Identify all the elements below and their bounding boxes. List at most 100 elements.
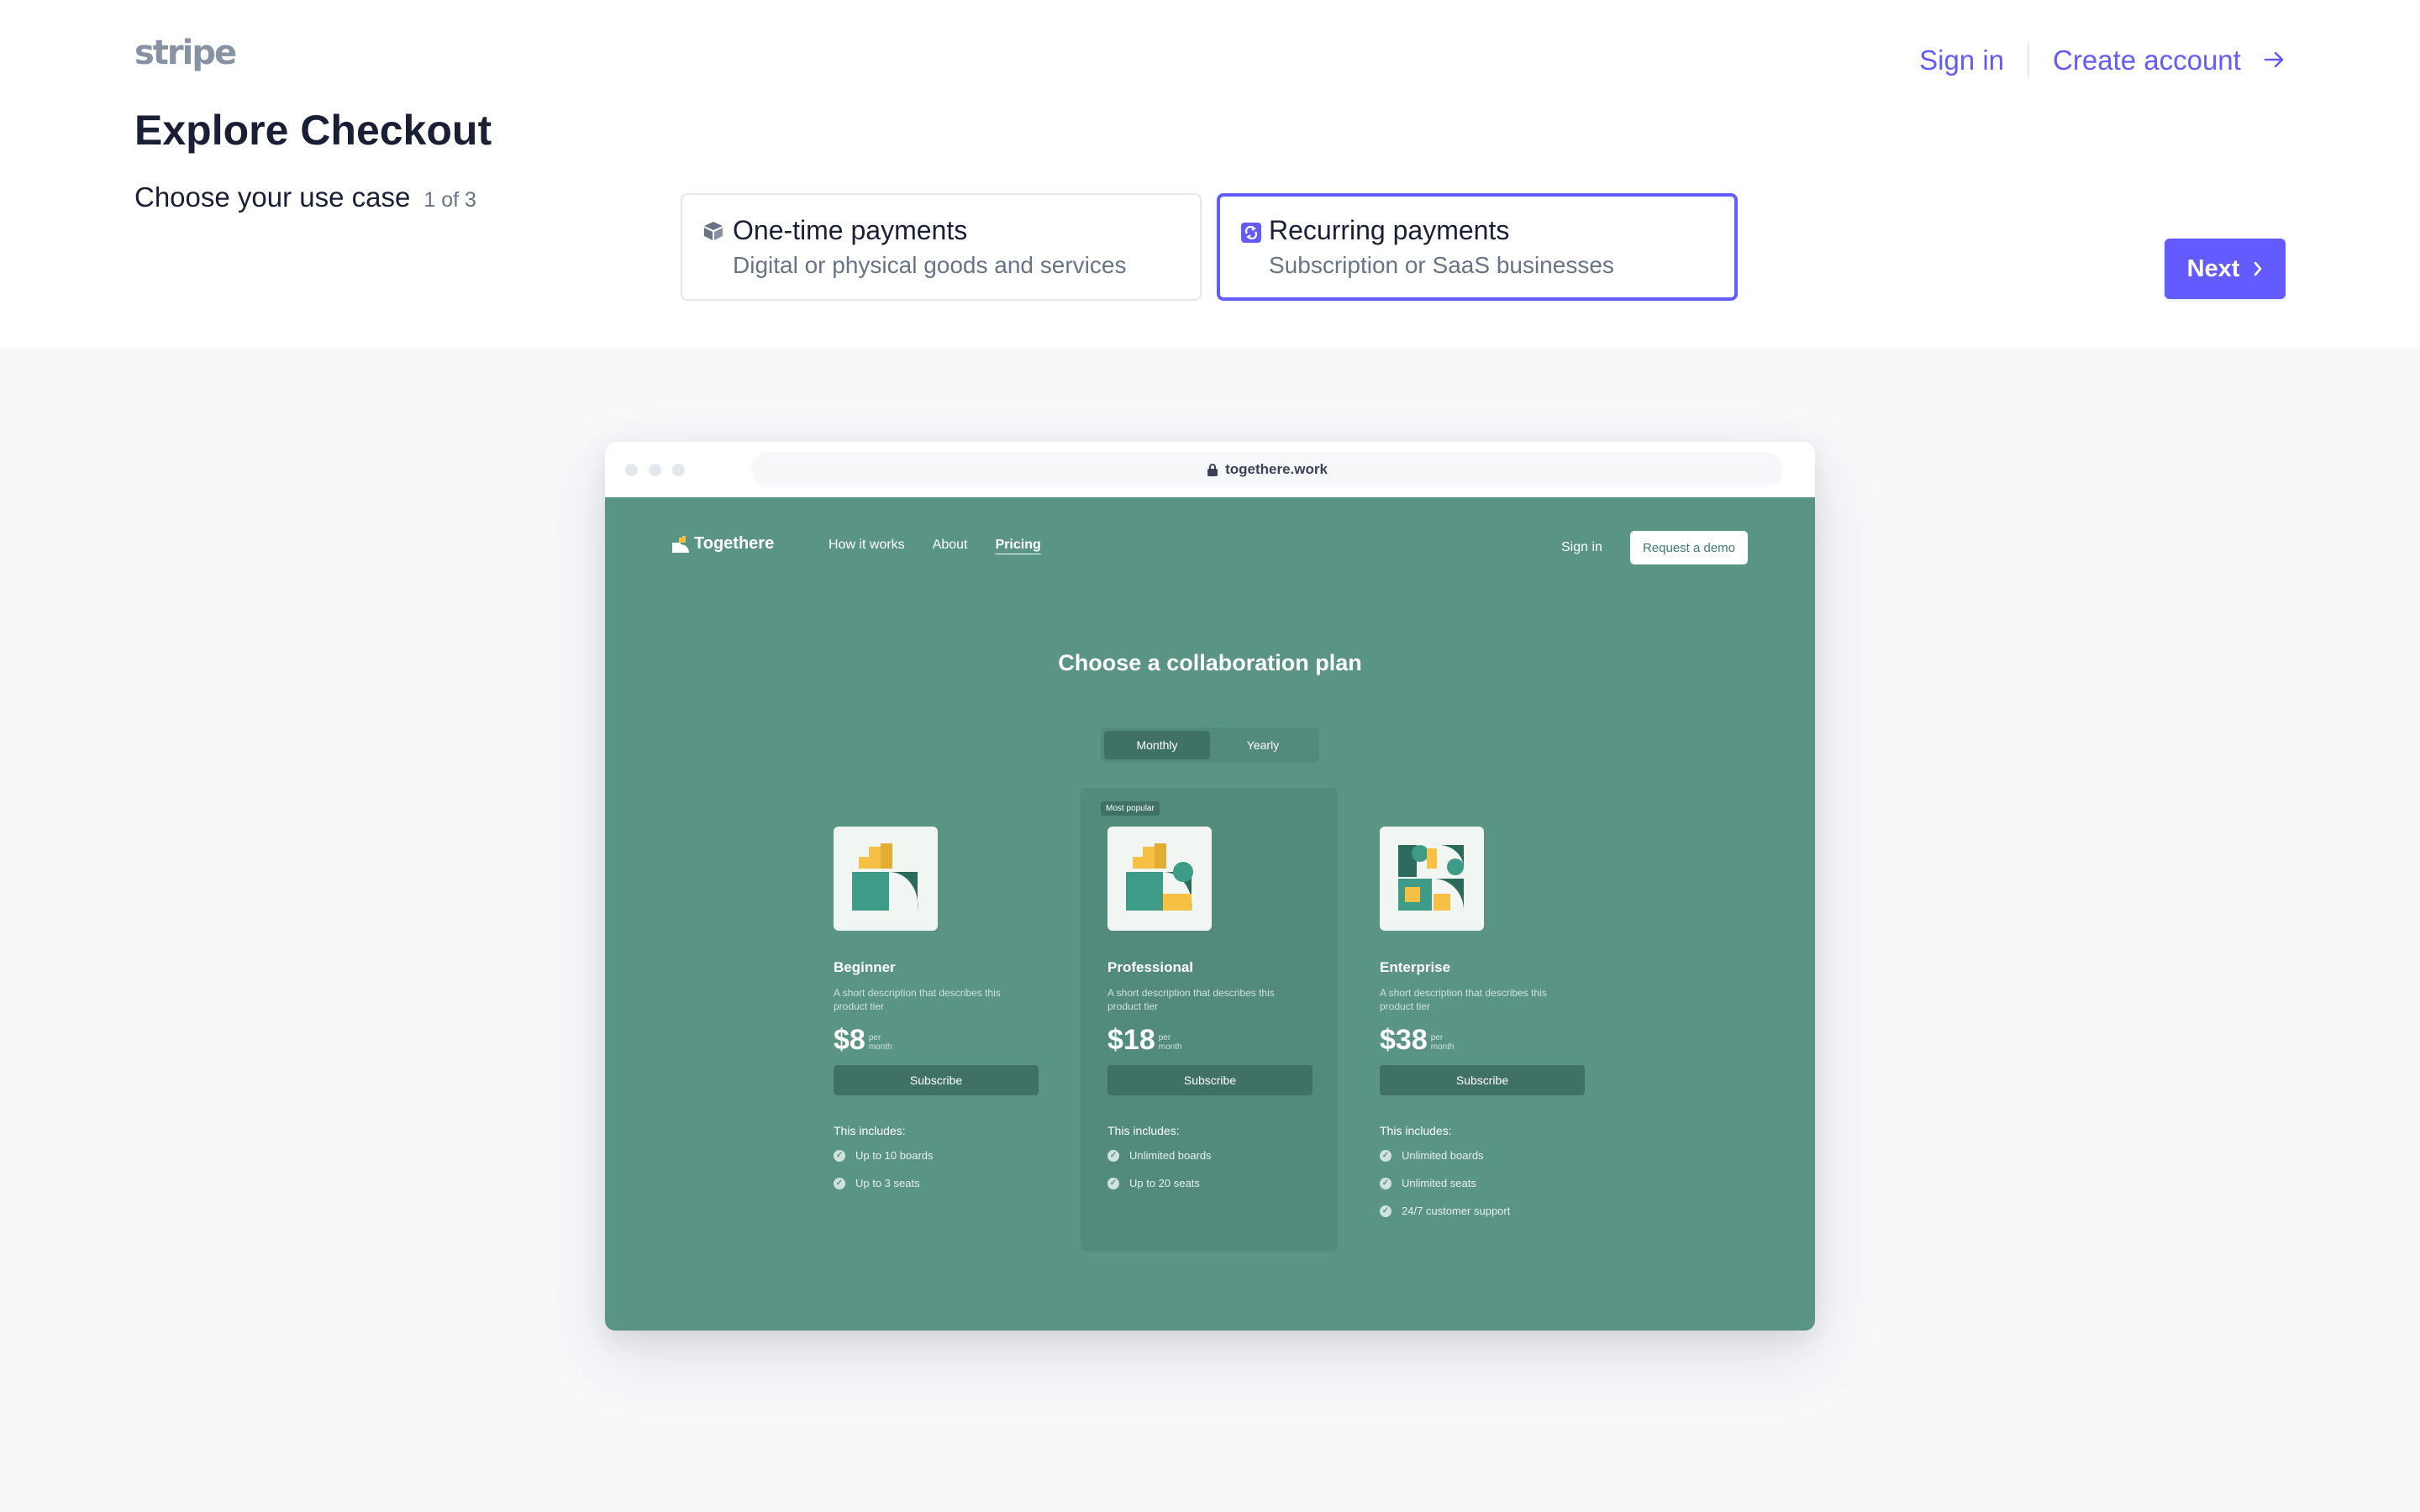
box-icon [704,222,723,240]
site-sign-in-link[interactable]: Sign in [1561,540,1602,555]
feature-item: ✓ Up to 3 seats [834,1177,1040,1189]
check-icon: ✓ [1380,1205,1392,1217]
check-icon: ✓ [1107,1149,1119,1162]
enterprise-illustration-icon [1398,844,1465,911]
auth-links: Sign in Create account [1919,44,2286,77]
professional-illustration-icon [1126,843,1193,911]
url-bar: togethere.work [751,452,1783,487]
arrow-right-icon [2264,51,2284,68]
option-subtitle: Subscription or SaaS businesses [1269,252,1614,278]
plan-illustration [834,827,938,931]
subscribe-button[interactable]: Subscribe [1380,1065,1585,1095]
plan-description: A short description that describes this … [834,987,1001,1012]
feature-text: Unlimited boards [1129,1149,1212,1162]
plan-period-per: per [1158,1033,1171,1042]
window-dot [649,464,661,476]
chevron-right-icon [2254,261,2262,276]
next-label: Next [2186,255,2240,282]
step-indicator: 1 of 3 [424,188,476,212]
feature-item: ✓ Up to 10 boards [834,1149,1040,1162]
sign-in-link[interactable]: Sign in [1919,45,2004,76]
url-text: togethere.work [1225,461,1328,477]
plan-illustration [1380,827,1484,931]
use-case-heading: Choose your use case 1 of 3 [134,181,476,213]
plan-description: A short description that describes this … [1107,987,1275,1012]
feature-text: Unlimited seats [1402,1177,1476,1189]
billing-yearly-tab[interactable]: Yearly [1210,731,1316,759]
use-case-label: Choose your use case [134,181,411,213]
nav-how-it-works[interactable]: How it works [829,538,905,553]
check-icon: ✓ [834,1149,845,1162]
feature-item: ✓ Unlimited seats [1380,1177,1586,1189]
plan-name: Beginner [834,959,896,975]
feature-text: Up to 20 seats [1129,1177,1200,1189]
create-account-label: Create account [2053,45,2241,76]
plan-period-unit: month [1430,1042,1455,1052]
feature-text: Unlimited boards [1402,1149,1484,1162]
top-panel: stripe Explore Checkout Choose your use … [0,0,2420,348]
subscribe-button[interactable]: Subscribe [834,1065,1039,1095]
divider [2028,44,2030,77]
togethere-logo-text: Togethere [694,534,775,553]
check-icon: ✓ [1107,1177,1119,1189]
most-popular-badge: Most popular [1101,801,1160,816]
plan-price-row: $18 per month [1107,1025,1314,1055]
request-demo-button[interactable]: Request a demo [1630,531,1748,564]
feature-item: ✓ 24/7 customer support [1380,1205,1586,1217]
togethere-site: Togethere How it works About Pricing Sig… [605,497,1815,1331]
beginner-illustration-icon [852,843,918,911]
feature-text: Up to 3 seats [855,1177,920,1189]
togethere-logo[interactable]: Togethere [672,534,774,554]
plan-period: per month [869,1033,892,1052]
plan-period-unit: month [868,1042,892,1052]
recurring-icon [1241,223,1261,243]
site-nav: How it works About Pricing [829,538,1041,553]
plan-price: $8 [834,1024,865,1056]
plan-price-row: $8 per month [834,1025,1040,1055]
browser-chrome: togethere.work [605,442,1815,497]
check-icon: ✓ [1380,1149,1392,1162]
window-dot [625,464,638,476]
plan-period-per: per [868,1033,881,1042]
option-title: Recurring payments [1269,215,1510,245]
feature-item: ✓ Unlimited boards [1380,1149,1586,1162]
plan-illustration [1107,827,1212,931]
stripe-logo[interactable]: stripe [134,34,237,72]
feature-text: 24/7 customer support [1402,1205,1511,1217]
plan-price: $38 [1380,1024,1428,1056]
plan-name: Enterprise [1380,959,1451,975]
plan-price-row: $38 per month [1380,1025,1586,1055]
billing-toggle: Monthly Yearly [1101,727,1319,763]
plan-price: $18 [1107,1024,1155,1056]
check-icon: ✓ [1380,1177,1392,1189]
create-account-link[interactable]: Create account [2053,45,2286,76]
page-title: Explore Checkout [134,107,492,154]
includes-label: This includes: [1380,1124,1452,1137]
plan-period-per: per [1430,1033,1444,1042]
plan-card-enterprise: Enterprise A short description that desc… [1380,827,1586,1217]
check-icon: ✓ [834,1177,845,1189]
plan-description: A short description that describes this … [1380,987,1547,1012]
nav-pricing[interactable]: Pricing [996,538,1041,553]
togethere-logo-icon [672,535,689,553]
includes-label: This includes: [1107,1124,1180,1137]
use-case-option-one-time[interactable]: One-time payments Digital or physical go… [681,193,1202,301]
use-case-option-recurring[interactable]: Recurring payments Subscription or SaaS … [1217,193,1738,301]
plans-heading: Choose a collaboration plan [1058,650,1362,675]
option-title: One-time payments [733,215,968,245]
option-subtitle: Digital or physical goods and services [733,252,1127,278]
feature-item: ✓ Up to 20 seats [1107,1177,1314,1189]
includes-label: This includes: [834,1124,906,1137]
plan-period-unit: month [1158,1042,1182,1052]
nav-about[interactable]: About [933,538,968,553]
plan-card-professional: Professional A short description that de… [1107,827,1314,1189]
checkout-preview-browser: togethere.work Togethere How it works Ab… [605,442,1815,1331]
next-button[interactable]: Next [2165,239,2286,299]
subscribe-button[interactable]: Subscribe [1107,1065,1313,1095]
feature-text: Up to 10 boards [855,1149,934,1162]
plan-card-beginner: Beginner A short description that descri… [834,827,1040,1189]
billing-monthly-tab[interactable]: Monthly [1104,731,1210,759]
plan-period: per month [1159,1033,1182,1052]
feature-item: ✓ Unlimited boards [1107,1149,1314,1162]
plan-name: Professional [1107,959,1194,975]
